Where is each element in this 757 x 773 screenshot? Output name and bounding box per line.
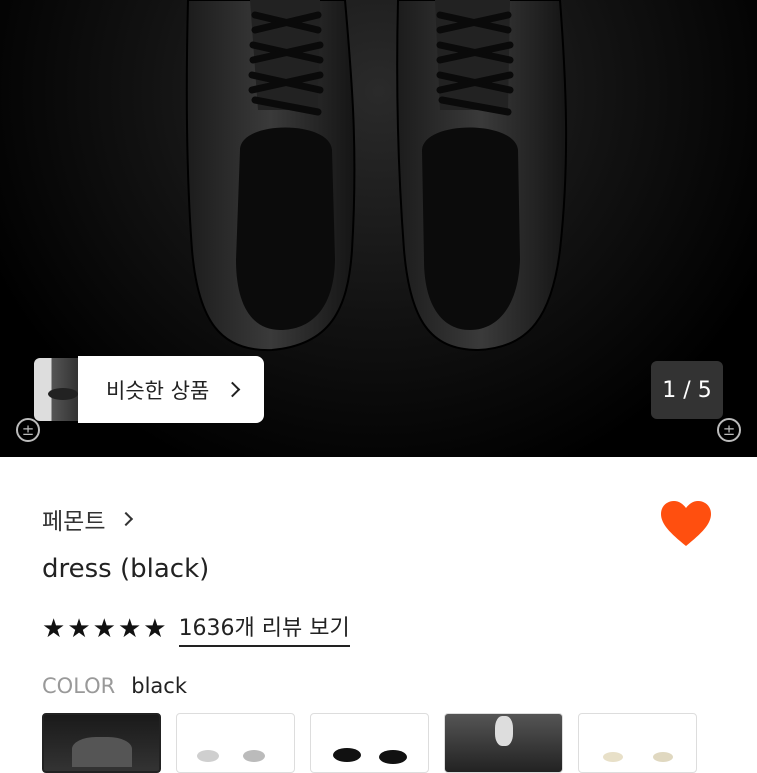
color-option-row: COLOR black — [42, 674, 187, 698]
similar-products-button[interactable]: 비슷한 상품 — [34, 356, 265, 423]
favorite-heart-icon[interactable] — [660, 500, 712, 548]
brand-link[interactable]: 페몬트 — [42, 502, 134, 536]
star-icon: ★ — [67, 613, 91, 644]
star-icon: ★ — [117, 613, 142, 644]
similar-products-label: 비슷한 상품 — [106, 378, 210, 403]
color-swatch-list — [42, 713, 697, 773]
color-swatch-selected[interactable] — [42, 713, 161, 773]
product-title: dress (black) — [42, 554, 210, 584]
rating-row: ★ ★ ★ ★ ★ 1636개 리뷰 보기 — [42, 610, 350, 647]
similar-product-thumbnail — [34, 358, 78, 421]
star-icon: ★ — [143, 613, 167, 644]
star-rating: ★ ★ ★ ★ ★ — [42, 616, 167, 642]
star-icon: ★ — [42, 613, 66, 644]
chevron-right-icon — [119, 511, 134, 527]
view-reviews-link[interactable]: 1636개 리뷰 보기 — [178, 610, 350, 647]
similar-products-label-box[interactable]: 비슷한 상품 — [78, 356, 265, 423]
color-option-label: COLOR — [42, 674, 116, 698]
color-swatch[interactable] — [578, 713, 697, 773]
color-swatch[interactable] — [444, 713, 563, 773]
chevron-right-icon — [225, 381, 241, 398]
star-icon: ★ — [92, 613, 116, 644]
color-option-value: black — [131, 674, 188, 698]
zoom-plusminus-icon[interactable]: ± — [16, 418, 40, 442]
image-counter: 1 / 5 — [651, 361, 723, 419]
brand-name: 페몬트 — [42, 509, 106, 535]
color-swatch[interactable] — [310, 713, 429, 773]
zoom-plusminus-icon[interactable]: ± — [717, 418, 741, 442]
product-image-gallery[interactable]: 비슷한 상품 1 / 5 ± ± — [0, 0, 757, 457]
color-swatch[interactable] — [176, 713, 295, 773]
